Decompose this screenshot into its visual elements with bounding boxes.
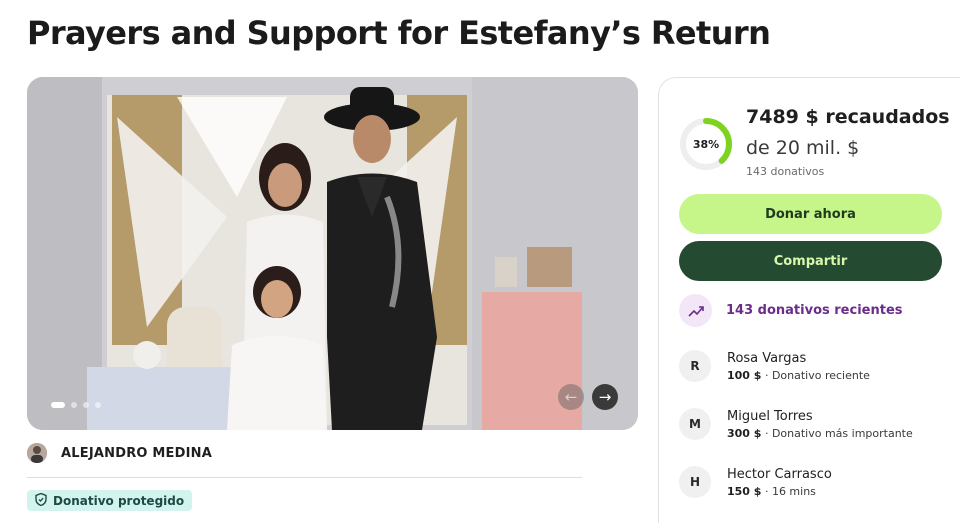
donor-meta: 100 $ · Donativo reciente (727, 369, 870, 382)
donor-amount: 300 $ (727, 426, 762, 440)
donor-name: Hector Carrasco (727, 466, 832, 482)
protected-donation-badge[interactable]: Donativo protegido (27, 490, 193, 511)
avatar: R (679, 350, 711, 382)
avatar: M (679, 408, 711, 440)
donor-item: M Miguel Torres 300 $ · Donativo más imp… (679, 408, 913, 440)
arrow-right-icon: → (598, 388, 612, 406)
carousel-next-button[interactable]: → (592, 384, 618, 410)
donor-detail: · Donativo reciente (761, 368, 870, 382)
donor-detail: · 16 mins (761, 484, 816, 498)
donor-item: R Rosa Vargas 100 $ · Donativo reciente (679, 350, 870, 382)
donor-detail: · Donativo más importante (761, 426, 913, 440)
divider (27, 477, 582, 478)
donor-meta: 300 $ · Donativo más importante (727, 427, 913, 440)
page-title: Prayers and Support for Estefany’s Retur… (27, 14, 771, 52)
carousel-indicators (51, 402, 101, 408)
organizer-name: ALEJANDRO MEDINA (61, 445, 212, 461)
carousel-prev-button[interactable]: ← (558, 384, 584, 410)
protected-donation-label: Donativo protegido (53, 493, 185, 508)
recent-donations-link[interactable]: 143 donativos recientes (679, 294, 903, 327)
amount-raised: 7489 $ recaudados (746, 106, 950, 128)
goal-amount: de 20 mil. $ (746, 137, 860, 159)
avatar (27, 443, 47, 463)
carousel-dot[interactable] (83, 402, 89, 408)
trending-up-icon (679, 294, 712, 327)
donor-name: Miguel Torres (727, 408, 813, 424)
hero-image-carousel[interactable]: ← → (27, 77, 638, 430)
hero-photo (27, 77, 638, 430)
progress-percent: 38% (692, 137, 720, 151)
recent-donations-label: 143 donativos recientes (726, 303, 903, 318)
carousel-dot[interactable] (71, 402, 77, 408)
share-button[interactable]: Compartir (679, 241, 942, 281)
donor-meta: 150 $ · 16 mins (727, 485, 832, 498)
arrow-left-icon: ← (564, 388, 578, 406)
avatar: H (679, 466, 711, 498)
donor-amount: 150 $ (727, 484, 762, 498)
shield-icon (35, 491, 47, 510)
donor-item: H Hector Carrasco 150 $ · 16 mins (679, 466, 832, 498)
donor-amount: 100 $ (727, 368, 762, 382)
organizer[interactable]: ALEJANDRO MEDINA (27, 443, 212, 463)
donor-name: Rosa Vargas (727, 350, 807, 366)
donations-count: 143 donativos (746, 165, 825, 178)
carousel-dot[interactable] (51, 402, 65, 408)
donate-button[interactable]: Donar ahora (679, 194, 942, 234)
carousel-dot[interactable] (95, 402, 101, 408)
